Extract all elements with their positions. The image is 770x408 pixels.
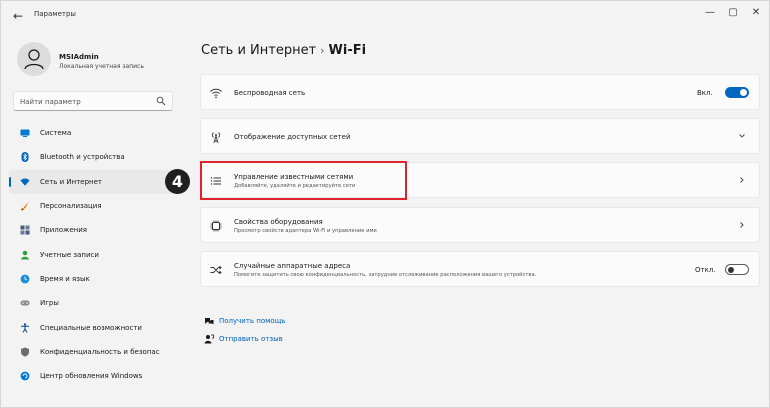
sidebar-item-label: Персонализация [40,202,102,211]
annotation-highlight-box [200,161,407,200]
bluetooth-icon [18,150,32,164]
sidebar-item-label: Система [40,129,72,138]
hardware-properties-subtitle: Просмотр свойств адаптера Wi-Fi и управл… [234,228,377,234]
search-icon[interactable] [156,96,166,106]
sidebar-item-label: Центр обновления Windows [40,372,143,381]
globe-clock-icon [18,272,32,286]
account-type: Локальная учетная запись [59,63,144,70]
breadcrumb-parent[interactable]: Сеть и Интернет [201,43,316,58]
sidebar-item-gaming[interactable]: Игры [9,291,179,315]
shield-icon [18,345,32,359]
sidebar-item-bluetooth[interactable]: Bluetooth и устройства [9,145,179,169]
app-title: Параметры [34,10,76,18]
search-input[interactable] [20,95,150,108]
apps-icon [18,223,32,237]
step-number-badge: 4 [165,169,190,194]
back-button[interactable]: ← [9,7,27,25]
available-networks-card[interactable]: Отображение доступных сетей [200,118,760,154]
toggle-knob [740,89,747,96]
page-title: Wi-Fi [328,43,367,58]
chevron-right-icon[interactable] [737,175,747,185]
close-button[interactable]: ✕ [744,4,768,22]
breadcrumb-separator: › [320,44,325,57]
monitor-icon [18,126,32,140]
sidebar-item-label: Игры [40,299,59,308]
sidebar-item-label: Учетные записи [40,250,99,259]
sidebar-item-label: Сеть и Интернет [40,177,102,186]
wireless-network-card[interactable]: Беспроводная сеть Вкл. [200,74,760,110]
chip-icon [209,219,223,233]
random-addresses-title: Случайные аппаратные адреса [234,262,351,270]
chevron-down-icon[interactable] [737,131,747,141]
breadcrumb: Сеть и Интернет › Wi-Fi [201,43,366,58]
gamepad-icon [18,296,32,310]
person-icon [18,248,32,262]
sidebar-item-windows-update[interactable]: Центр обновления Windows [9,364,179,388]
wireless-toggle-label: Вкл. [697,89,713,97]
maximize-button[interactable]: ▢ [721,4,745,22]
sidebar-item-label: Время и язык [40,274,90,283]
sidebar-item-accounts[interactable]: Учетные записи [9,242,179,266]
hardware-properties-title: Свойства оборудования [234,218,323,226]
wifi-signal-icon [209,86,223,100]
sidebar-nav: Система Bluetooth и устройства Сеть и Ин… [9,121,179,388]
sidebar-item-apps[interactable]: Приложения [9,218,179,242]
help-icon [204,316,214,326]
wifi-icon [18,175,32,189]
antenna-icon [209,130,223,144]
random-addresses-toggle[interactable] [725,264,749,275]
avatar[interactable] [17,42,51,76]
title-bar: ← Параметры — ▢ ✕ [1,1,769,31]
accessibility-icon [18,321,32,335]
sidebar-item-label: Приложения [40,226,87,235]
random-addresses-subtitle: Помогите защитить свою конфиденциальност… [234,272,537,278]
sidebar-item-time-language[interactable]: Время и язык [9,267,179,291]
sidebar-item-network[interactable]: Сеть и Интернет [9,169,179,194]
shuffle-icon [209,263,223,277]
sidebar-item-label: Конфиденциальность и безопас [40,347,160,356]
wireless-toggle[interactable] [725,87,749,98]
sidebar-item-personalization[interactable]: Персонализация [9,194,179,218]
feedback-icon [204,334,214,344]
sidebar-item-label: Специальные возможности [40,323,142,332]
sidebar-item-system[interactable]: Система [9,121,179,145]
update-icon [18,369,32,383]
sidebar-item-label: Bluetooth и устройства [40,153,125,162]
toggle-knob [728,266,734,273]
brush-icon [18,199,32,213]
user-avatar-icon [24,49,44,70]
search-box[interactable] [13,91,173,111]
account-name: MSIAdmin [59,53,99,61]
hardware-properties-card[interactable]: Свойства оборудования Просмотр свойств а… [200,207,760,243]
get-help-link[interactable]: Получить помощь [219,317,285,325]
minimize-button[interactable]: — [698,4,722,22]
chevron-right-icon[interactable] [737,220,747,230]
random-addresses-toggle-label: Откл. [695,266,716,274]
wireless-network-title: Беспроводная сеть [234,89,306,97]
send-feedback-link[interactable]: Отправить отзыв [219,335,283,343]
random-hardware-addresses-card[interactable]: Случайные аппаратные адреса Помогите защ… [200,251,760,287]
sidebar-item-accessibility[interactable]: Специальные возможности [9,315,179,339]
available-networks-title: Отображение доступных сетей [234,133,351,141]
sidebar-item-privacy[interactable]: Конфиденциальность и безопас [9,340,179,364]
settings-window: ← Параметры — ▢ ✕ MSIAdmin Локальная уче… [0,0,770,408]
